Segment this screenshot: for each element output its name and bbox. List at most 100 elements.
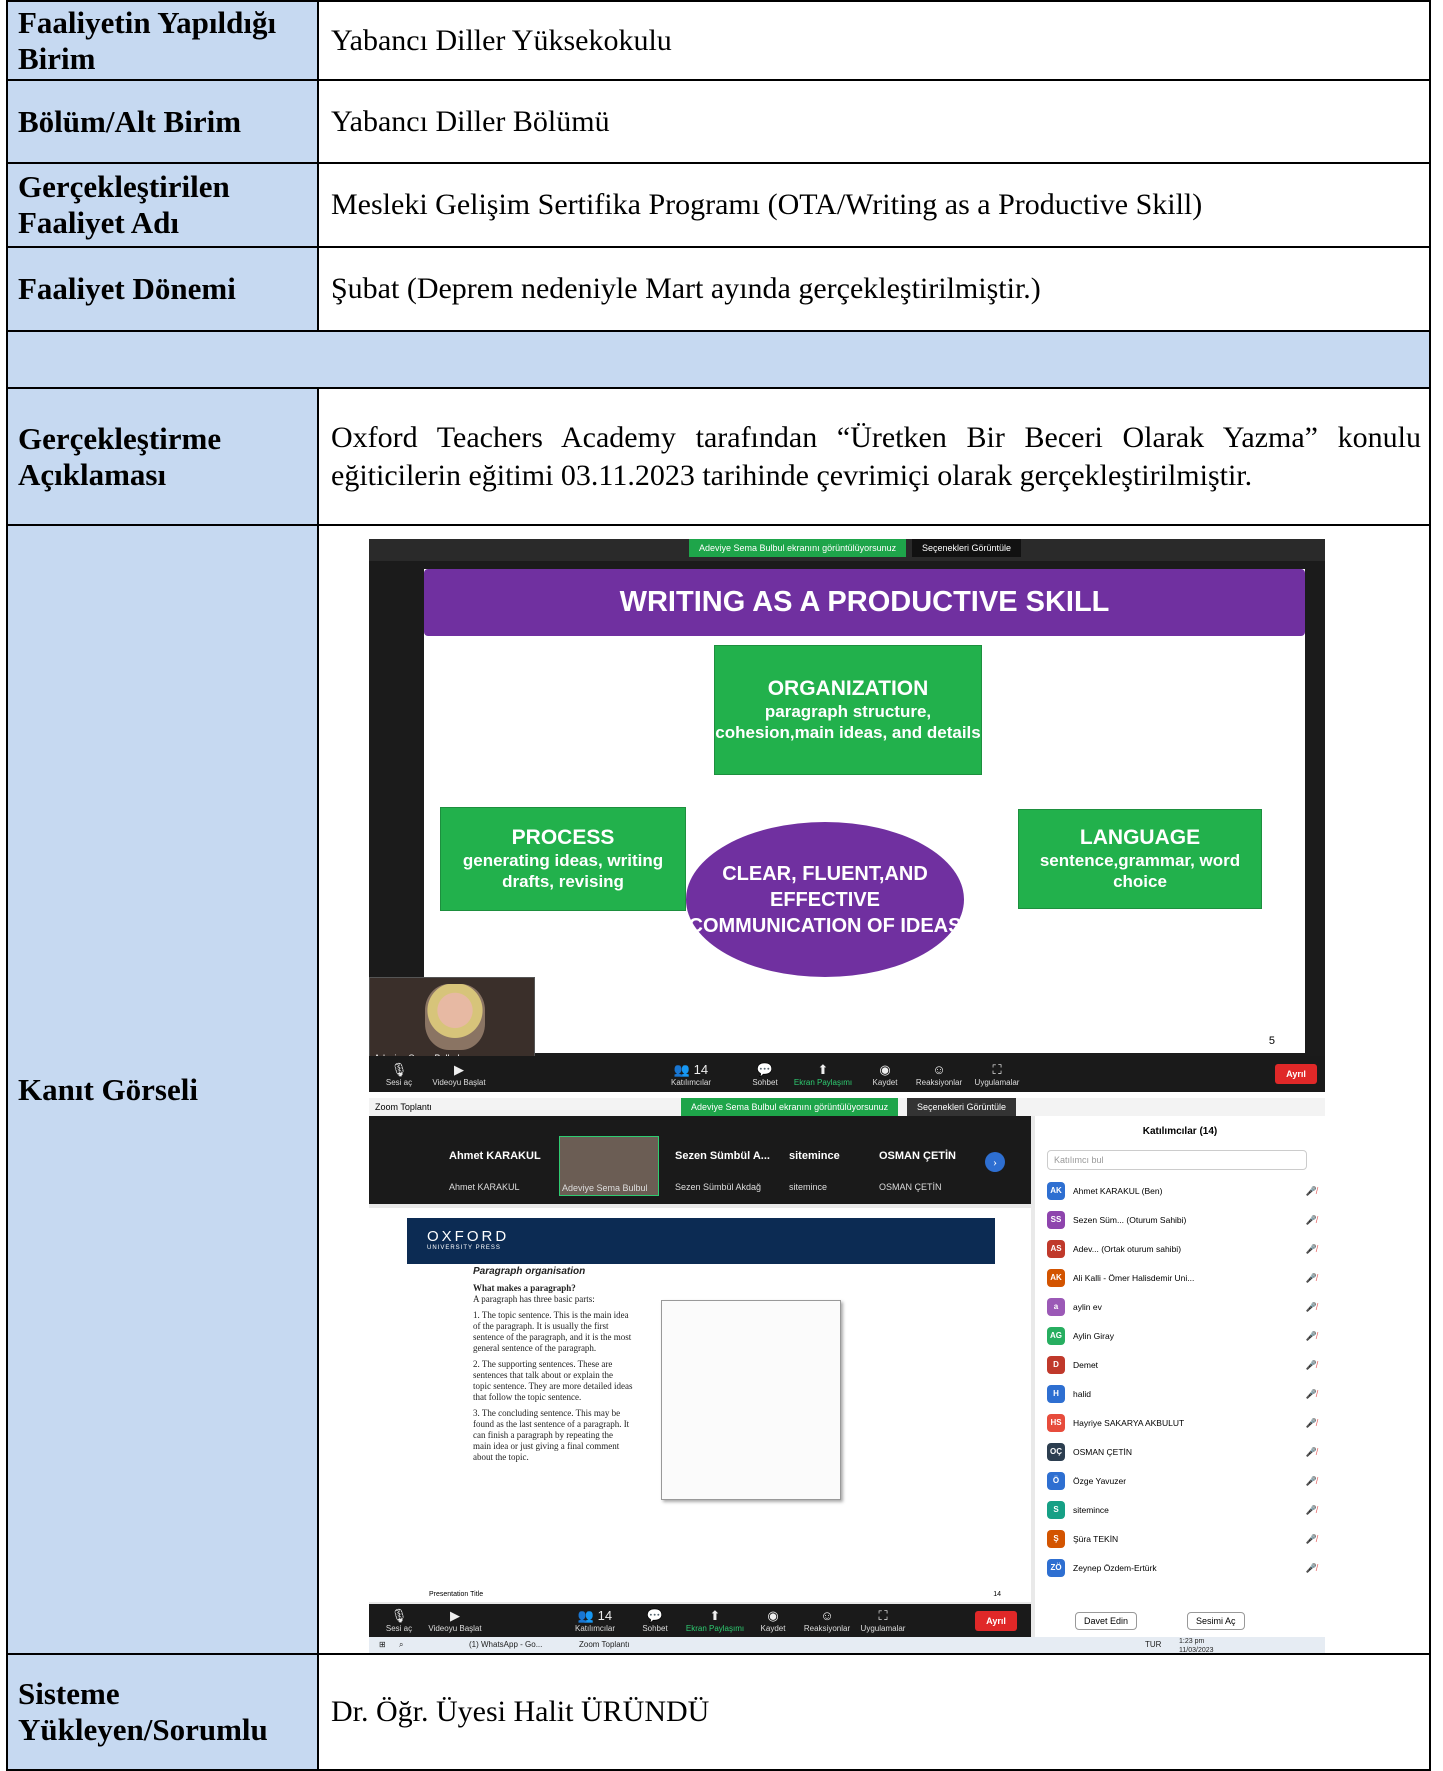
apps-button[interactable]: ⛶ Uygulamalar bbox=[967, 1062, 1027, 1087]
oxford-subtitle: UNIVERSITY PRESS bbox=[427, 1245, 501, 1251]
participants-count: 14 bbox=[597, 1608, 613, 1623]
chat-button[interactable]: 💬 Sohbet bbox=[625, 1608, 685, 1633]
tile-name: Sezen Sümbül A... bbox=[675, 1150, 770, 1162]
avatar: a bbox=[1047, 1298, 1065, 1316]
video-off-icon: ▶ bbox=[454, 1061, 464, 1077]
audio-button[interactable]: 🎙 Sesi aç bbox=[369, 1062, 429, 1087]
row-birim: Faaliyetin Yapıldığı Birim Yabancı Dille… bbox=[6, 0, 1431, 81]
participant-item[interactable]: a aylin ev 🎤̸ bbox=[1047, 1294, 1317, 1320]
value-bolum: Yabancı Diller Bölümü bbox=[331, 104, 610, 138]
next-page-icon[interactable]: › bbox=[985, 1152, 1005, 1172]
value-sorumlu: Dr. Öğr. Üyesi Halit ÜRÜNDÜ bbox=[331, 1695, 710, 1728]
row-bolum: Bölüm/Alt Birim Yabancı Diller Bölümü bbox=[6, 79, 1431, 164]
leave-button[interactable]: Ayrıl bbox=[1275, 1064, 1317, 1084]
apps-label: Uygulamalar bbox=[860, 1624, 906, 1633]
language-indicator[interactable]: TUR bbox=[1145, 1640, 1161, 1649]
start-icon[interactable]: ⊞ bbox=[379, 1640, 386, 1649]
page-number: 14 bbox=[993, 1591, 1001, 1598]
participant-item[interactable]: Hhalid 🎤̸ bbox=[1047, 1381, 1317, 1407]
participants-button[interactable]: 👥 14 Katılımcılar bbox=[661, 1062, 721, 1087]
process-text: generating ideas, writing drafts, revisi… bbox=[462, 851, 664, 891]
taskbar-zoom[interactable]: Zoom Toplantı bbox=[579, 1640, 630, 1649]
participants-icon: 👥 14 bbox=[673, 1061, 709, 1077]
participant-item[interactable]: SS Sezen Süm... (Oturum Sahibi) 🎤̸ bbox=[1047, 1207, 1317, 1233]
participant-name: Zeynep Özdem-Ertürk bbox=[1073, 1563, 1157, 1573]
participant-item[interactable]: Ö Özge Yavuzer 🎤̸ bbox=[1047, 1468, 1317, 1494]
avatar: AK bbox=[1047, 1269, 1065, 1287]
tile-subname: OSMAN ÇETİN bbox=[879, 1182, 942, 1192]
participant-item[interactable]: HS Hayriye SAKARYA AKBULUT 🎤̸ bbox=[1047, 1410, 1317, 1436]
label-kanit: Kanıt Görseli bbox=[8, 526, 319, 1653]
share-screen-icon: ⬆ bbox=[817, 1061, 829, 1077]
apps-button[interactable]: ⛶ Uygulamalar bbox=[853, 1608, 913, 1633]
participant-item[interactable]: Ş Şüra TEKİN 🎤̸ bbox=[1047, 1526, 1317, 1552]
value-aciklama: Oxford Teachers Academy tarafından “Üret… bbox=[331, 420, 1421, 492]
evidence-screenshots: Adeviye Sema Bulbul ekranını görüntülüyo… bbox=[319, 526, 1429, 1655]
mic-muted-icon: 🎤̸ bbox=[1305, 1475, 1317, 1486]
organization-heading: ORGANIZATION bbox=[767, 677, 929, 700]
participant-item[interactable]: AS Adev... (Ortak oturum sahibi) 🎤̸ bbox=[1047, 1236, 1317, 1262]
language-heading: LANGUAGE bbox=[1079, 826, 1201, 849]
participant-name: Ali Kalli - Ömer Halisdemir Uni... bbox=[1073, 1273, 1195, 1283]
participant-item[interactable]: Ssitemince 🎤̸ bbox=[1047, 1497, 1317, 1523]
audio-label: Sesi aç bbox=[385, 1077, 413, 1087]
view-options-button-2[interactable]: Seçenekleri Görüntüle bbox=[907, 1098, 1017, 1116]
tile-osman: OSMAN ÇETİN OSMAN ÇETİN bbox=[869, 1136, 979, 1196]
participants-panel: Katılımcılar (14) Katılımcı bul AK Ahmet … bbox=[1035, 1116, 1325, 1637]
share-label: Ekran Paylaşımı bbox=[685, 1624, 745, 1633]
reactions-button[interactable]: ☺ Reaksiyonlar bbox=[909, 1062, 969, 1087]
mic-muted-icon: 🎤̸ bbox=[1305, 1562, 1317, 1573]
record-button[interactable]: ◉ Kaydet bbox=[855, 1062, 915, 1087]
avatar: ZÖ bbox=[1047, 1559, 1065, 1577]
label-donem: Faaliyet Dönemi bbox=[8, 248, 319, 330]
audio-button[interactable]: 🎙 Sesi aç bbox=[369, 1608, 429, 1633]
participant-item[interactable]: D Demet 🎤̸ bbox=[1047, 1352, 1317, 1378]
reactions-button[interactable]: ☺ Reaksiyonlar bbox=[797, 1608, 857, 1633]
mic-muted-icon: 🎤̸ bbox=[1305, 1301, 1317, 1312]
participant-name: sitemince bbox=[1073, 1505, 1109, 1515]
taskbar-whatsapp[interactable]: (1) WhatsApp - Go... bbox=[469, 1640, 542, 1649]
video-off-icon: ▶ bbox=[450, 1608, 460, 1623]
video-button[interactable]: ▶ Videoyu Başlat bbox=[425, 1608, 485, 1633]
participant-name: Ahmet KARAKUL (Ben) bbox=[1073, 1186, 1163, 1196]
participants-label: Katılımcılar bbox=[670, 1077, 711, 1087]
invite-button[interactable]: Davet Edin bbox=[1075, 1612, 1138, 1630]
reactions-label: Reaksiyonlar bbox=[803, 1624, 851, 1633]
share-screen-button[interactable]: ⬆ Ekran Paylaşımı bbox=[685, 1608, 745, 1633]
doc-question: What makes a paragraph? bbox=[473, 1283, 576, 1293]
tile-name: Ahmet KARAKUL bbox=[449, 1150, 541, 1162]
slide-title: WRITING AS A PRODUCTIVE SKILL bbox=[424, 569, 1305, 636]
avatar: HS bbox=[1047, 1414, 1065, 1432]
value-faaliyet-adi: Mesleki Gelişim Sertifika Programı (OTA/… bbox=[331, 188, 1203, 221]
row-donem: Faaliyet Dönemi Şubat (Deprem nedeniyle … bbox=[6, 246, 1431, 332]
chat-button[interactable]: 💬 Sohbet bbox=[735, 1062, 795, 1087]
row-kanit: Kanıt Görseli Adeviye Sema Bulbul ekranı… bbox=[6, 524, 1431, 1655]
mic-off-icon: 🎙 bbox=[390, 1608, 408, 1623]
leave-button[interactable]: Ayrıl bbox=[975, 1611, 1017, 1631]
participant-item[interactable]: ZÖ Zeynep Özdem-Ertürk 🎤̸ bbox=[1047, 1555, 1317, 1581]
avatar: AS bbox=[1047, 1240, 1065, 1258]
avatar: Ş bbox=[1047, 1530, 1065, 1548]
apps-label: Uygulamalar bbox=[974, 1077, 1020, 1087]
participant-item[interactable]: AK Ali Kalli - Ömer Halisdemir Uni... 🎤̸ bbox=[1047, 1265, 1317, 1291]
view-options-button[interactable]: Seçenekleri Görüntüle bbox=[912, 539, 1022, 557]
record-button[interactable]: ◉ Kaydet bbox=[743, 1608, 803, 1633]
record-label: Kaydet bbox=[872, 1077, 898, 1087]
share-screen-button[interactable]: ⬆ Ekran Paylaşımı bbox=[793, 1062, 853, 1087]
unmute-button[interactable]: Sesimi Aç bbox=[1187, 1612, 1245, 1630]
search-icon[interactable]: ⌕ bbox=[399, 1640, 403, 1650]
mic-off-icon: 🎙 bbox=[390, 1061, 408, 1077]
mic-muted-icon: 🎤̸ bbox=[1305, 1533, 1317, 1544]
mic-muted-icon: 🎤̸ bbox=[1305, 1359, 1317, 1370]
participant-item[interactable]: AK Ahmet KARAKUL (Ben) 🎤̸ bbox=[1047, 1178, 1317, 1204]
organization-box: ORGANIZATION paragraph structure, cohesi… bbox=[714, 645, 982, 775]
reactions-icon: ☺ bbox=[820, 1608, 834, 1623]
participant-item[interactable]: AG Aylin Giray 🎤̸ bbox=[1047, 1323, 1317, 1349]
apps-icon: ⛶ bbox=[992, 1061, 1002, 1077]
tile-subname: Ahmet KARAKUL bbox=[449, 1182, 520, 1192]
clock-time: 1:23 pm bbox=[1179, 1638, 1205, 1645]
participant-search-input[interactable]: Katılımcı bul bbox=[1047, 1150, 1307, 1170]
video-button[interactable]: ▶ Videoyu Başlat bbox=[429, 1062, 489, 1087]
participant-item[interactable]: OÇ OSMAN ÇETİN 🎤̸ bbox=[1047, 1439, 1317, 1465]
participants-button[interactable]: 👥 14 Katılımcılar bbox=[565, 1608, 625, 1633]
